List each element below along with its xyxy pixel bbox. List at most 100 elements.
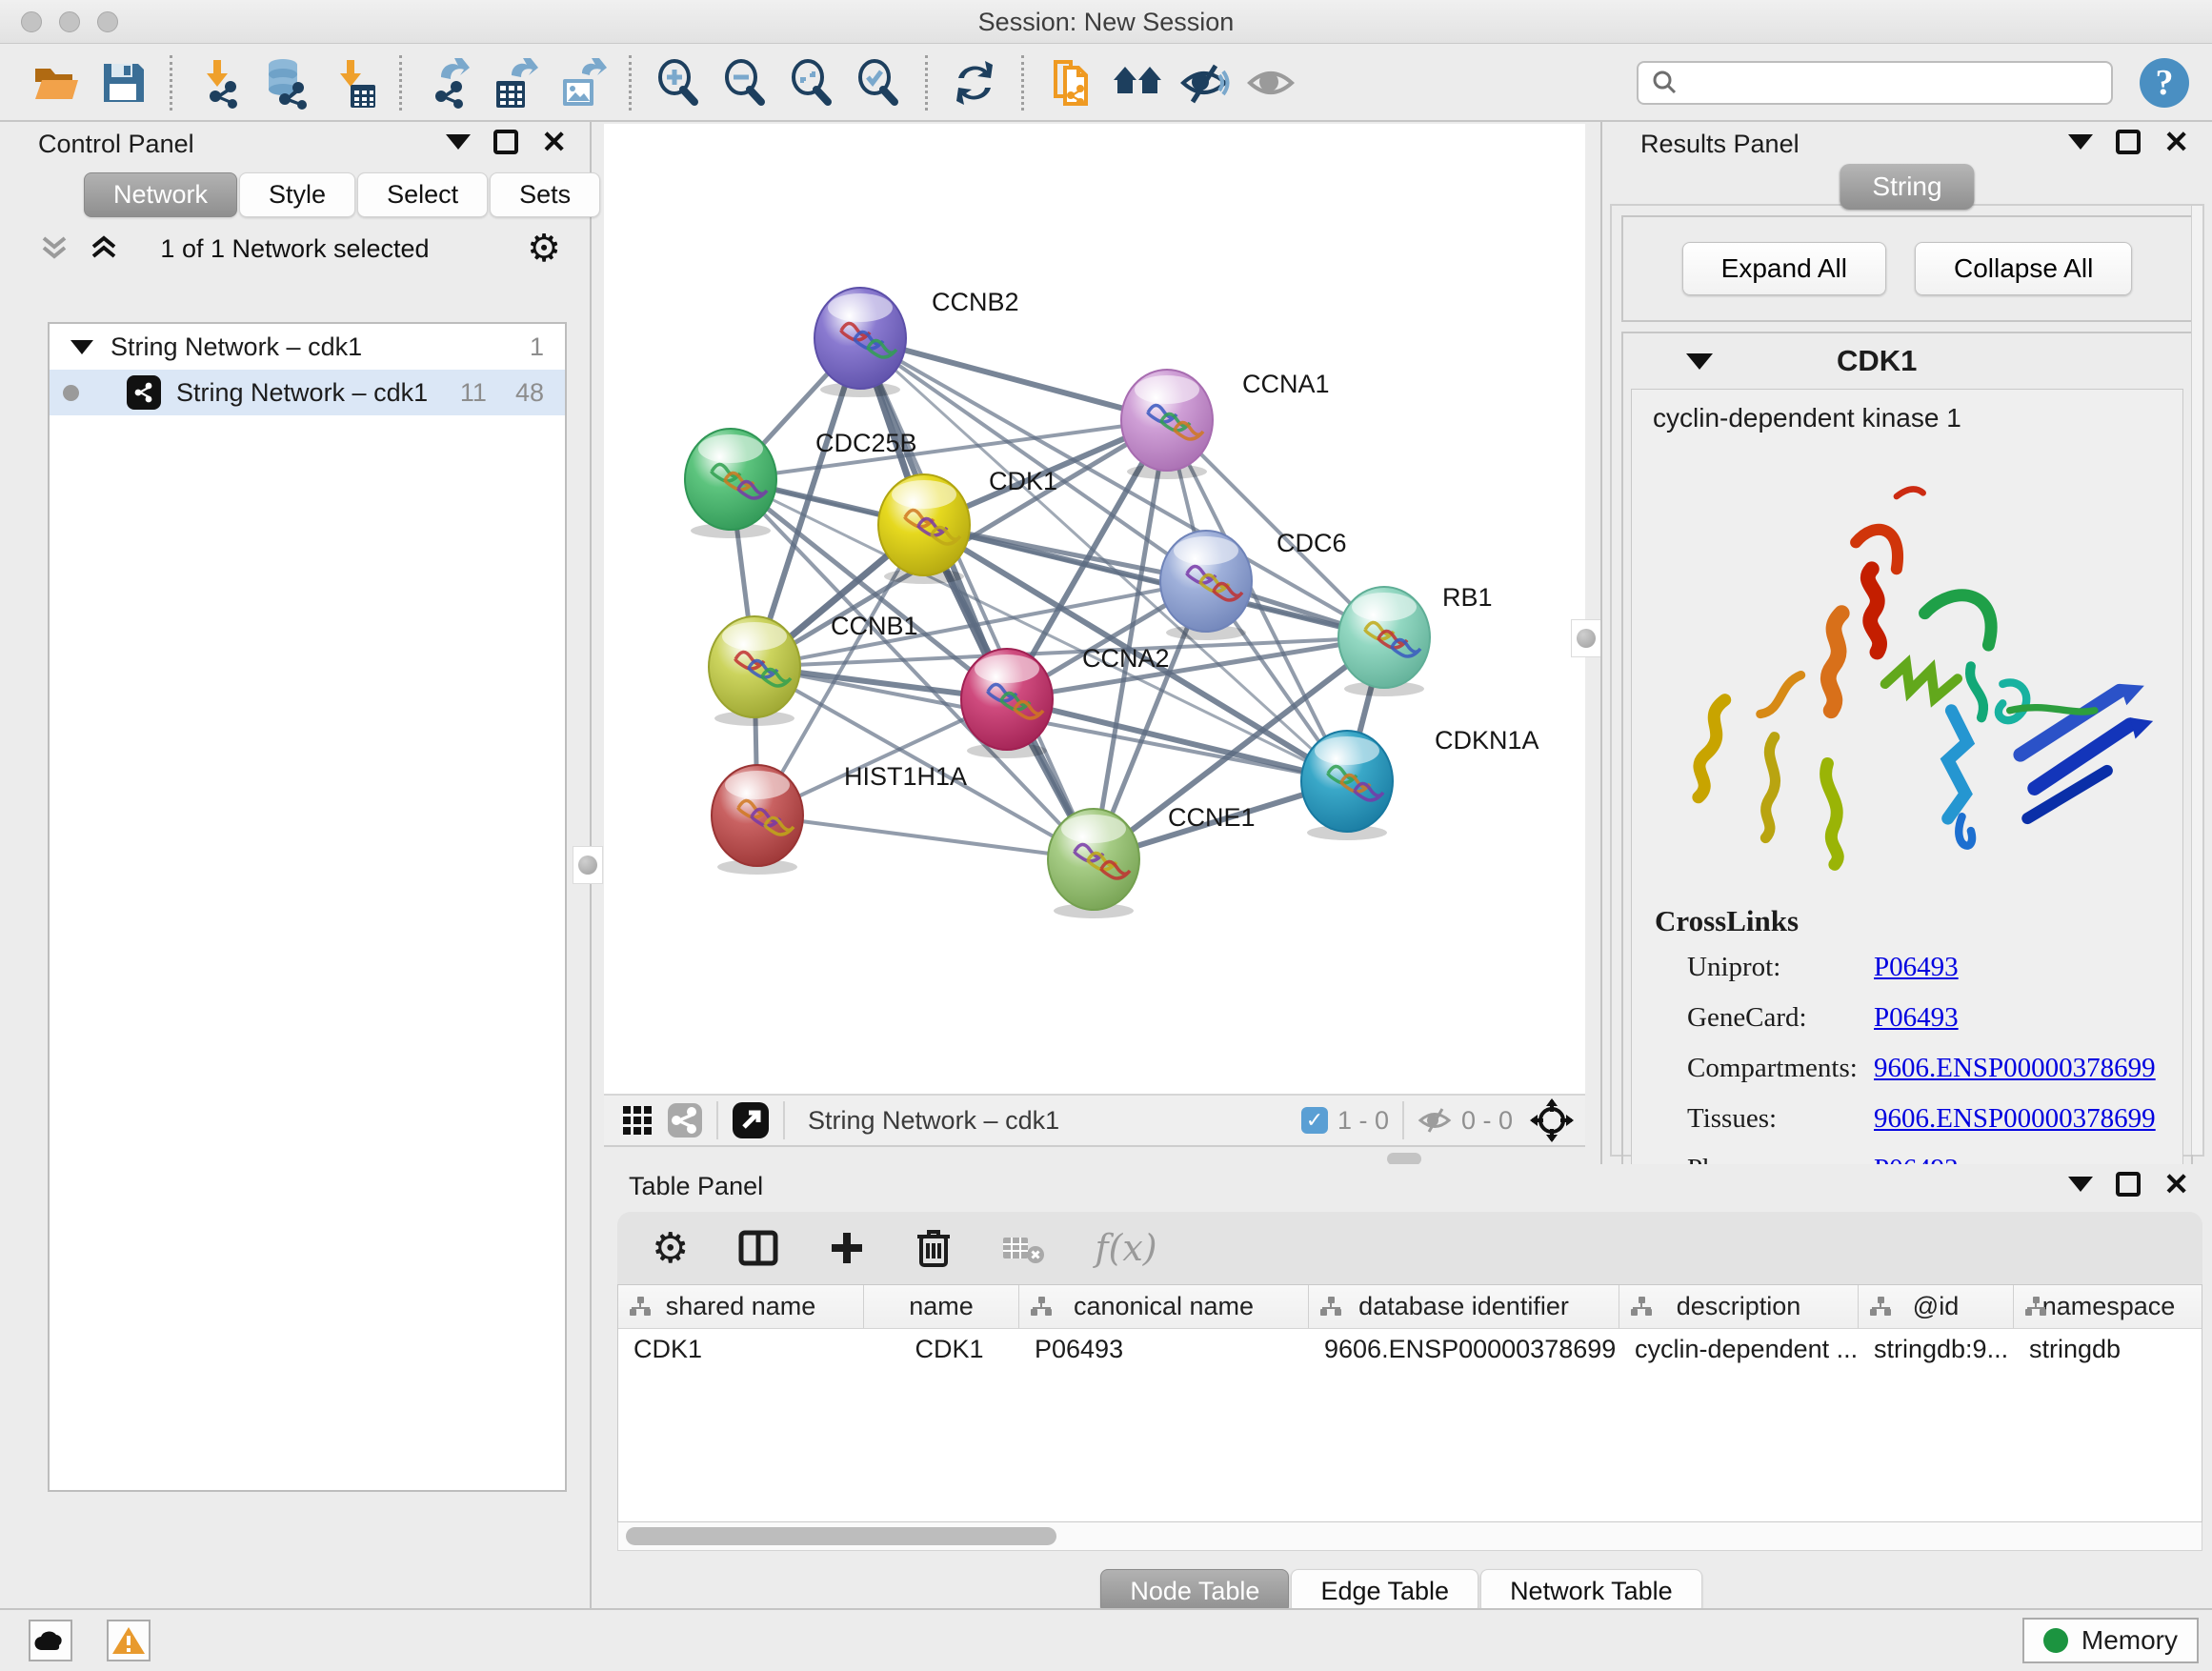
column-header-canonical-name[interactable]: canonical name — [1019, 1285, 1309, 1328]
collection-expand-icon[interactable] — [70, 340, 93, 354]
table-hscrollbar-thumb[interactable] — [626, 1527, 1056, 1545]
memory-button[interactable]: Memory — [2022, 1618, 2199, 1663]
first-neighbors-icon[interactable] — [1110, 55, 1165, 111]
collection-count: 1 — [530, 332, 544, 362]
open-file-icon[interactable] — [29, 55, 84, 111]
column-header-shared-name[interactable]: shared name — [618, 1285, 864, 1328]
table-cell: P06493 — [1019, 1329, 1309, 1373]
crosslink-link[interactable]: P06493 — [1874, 1002, 1959, 1034]
zoom-fit-icon[interactable] — [784, 55, 839, 111]
left-splitter-handle[interactable] — [573, 846, 603, 884]
export-table-icon[interactable] — [488, 55, 543, 111]
network-node-CCNB2[interactable]: CCNB2 — [814, 288, 1019, 397]
table-cell: 9606.ENSP00000378699 — [1309, 1329, 1619, 1373]
warnings-button[interactable] — [107, 1620, 151, 1661]
column-header-database-identifier[interactable]: database identifier — [1309, 1285, 1619, 1328]
panel-close-icon[interactable]: ✕ — [541, 130, 567, 154]
table-hscrollbar[interactable] — [617, 1522, 2202, 1551]
crosslink-link[interactable]: 9606.ENSP00000378699 — [1874, 1103, 2156, 1135]
column-header-id[interactable]: @id — [1859, 1285, 2014, 1328]
column-header-name[interactable]: name — [864, 1285, 1019, 1328]
node-label-CCNE1: CCNE1 — [1168, 803, 1256, 832]
network-node-CDKN1A[interactable]: CDKN1A — [1301, 726, 1539, 840]
help-icon[interactable]: ? — [2140, 58, 2189, 108]
column-header-description[interactable]: description — [1619, 1285, 1859, 1328]
delete-column-icon[interactable] — [915, 1227, 952, 1269]
network-node-CCNB1[interactable]: CCNB1 — [709, 612, 918, 726]
network-node-CDK1[interactable]: CDK1 — [878, 467, 1057, 584]
network-view-share-icon[interactable] — [667, 1102, 703, 1138]
results-content: Expand All Collapse All CDK1 cyclin-depe… — [1610, 204, 2204, 1157]
panel-float-icon[interactable] — [2116, 130, 2141, 154]
export-network-icon[interactable] — [421, 55, 476, 111]
tab-string[interactable]: String — [1840, 164, 1974, 210]
tab-node-table[interactable]: Node Table — [1100, 1569, 1289, 1614]
node-label-CCNB2: CCNB2 — [932, 288, 1019, 316]
results-panel: Results Panel ✕ String Expand All Collap… — [1600, 122, 2212, 1164]
show-all-icon[interactable] — [1243, 55, 1298, 111]
node-label-CCNA1: CCNA1 — [1242, 370, 1330, 398]
network-label: String Network – cdk1 — [176, 378, 428, 408]
expand-all-button[interactable]: Expand All — [1682, 242, 1886, 295]
table-panel: Table Panel ✕ ⚙ f(x) shared namenamecano… — [593, 1164, 2212, 1608]
save-icon[interactable] — [95, 55, 151, 111]
panel-float-icon[interactable] — [2116, 1172, 2141, 1197]
node-label-CCNB1: CCNB1 — [831, 612, 918, 640]
network-collection-row[interactable]: String Network – cdk1 1 — [50, 324, 565, 370]
tab-network[interactable]: Network — [84, 172, 237, 217]
panel-float-icon[interactable] — [493, 130, 518, 154]
network-node-RB1[interactable]: RB1 — [1338, 583, 1493, 696]
table-cell: stringdb — [2014, 1329, 2202, 1373]
import-table-icon[interactable] — [325, 55, 380, 111]
detach-view-icon[interactable] — [732, 1101, 770, 1139]
zoom-selected-icon[interactable] — [851, 55, 906, 111]
zoom-in-icon[interactable] — [651, 55, 706, 111]
birdseye-icon[interactable] — [1530, 1098, 1574, 1142]
main-toolbar: ? — [0, 45, 2212, 122]
refresh-icon[interactable] — [947, 55, 1002, 111]
network-edge-HIST1H1A-CCNE1[interactable] — [757, 815, 1094, 859]
grid-view-icon[interactable] — [621, 1104, 654, 1137]
network-node-CCNA1[interactable]: CCNA1 — [1121, 370, 1330, 479]
crosslink-link[interactable]: 9606.ENSP00000378699 — [1874, 1053, 2156, 1084]
tab-select[interactable]: Select — [357, 172, 488, 217]
network-edge-count: 48 — [515, 378, 544, 408]
create-column-icon[interactable] — [828, 1229, 866, 1267]
entry-collapse-icon[interactable] — [1686, 353, 1713, 370]
table-cell: CDK1 — [618, 1329, 864, 1373]
zoom-out-icon[interactable] — [717, 55, 773, 111]
network-node-CCNE1[interactable]: CCNE1 — [1048, 803, 1256, 918]
window-title: Session: New Session — [0, 8, 2212, 37]
search-input[interactable] — [1680, 68, 2081, 97]
tab-style[interactable]: Style — [239, 172, 355, 217]
tab-network-table[interactable]: Network Table — [1480, 1569, 1702, 1614]
right-splitter-handle[interactable] — [1571, 619, 1601, 657]
results-scrollbar[interactable] — [2191, 206, 2202, 1155]
import-database-icon[interactable] — [258, 55, 313, 111]
network-row[interactable]: String Network – cdk1 11 48 — [50, 370, 565, 415]
table-row[interactable]: CDK1CDK1P064939606.ENSP00000378699cyclin… — [618, 1329, 2202, 1373]
collapse-all-button[interactable]: Collapse All — [1915, 242, 2132, 295]
tab-edge-table[interactable]: Edge Table — [1291, 1569, 1478, 1614]
panel-close-icon[interactable]: ✕ — [2163, 130, 2189, 154]
crosslink-label: GeneCard: — [1655, 1002, 1874, 1034]
column-header-namespace[interactable]: namespace — [2014, 1285, 2202, 1328]
crosslink-label: Uniprot: — [1655, 952, 1874, 983]
table-settings-gear-icon[interactable]: ⚙ — [652, 1224, 689, 1273]
network-canvas[interactable]: CCNB2CCNA1CDC25BCDK1CDC6RB1CCNB1CCNA2CDK… — [604, 124, 1585, 1094]
selected-checkbox-icon[interactable]: ✓ — [1301, 1107, 1328, 1134]
import-network-icon[interactable] — [191, 55, 247, 111]
panel-menu-icon[interactable] — [446, 134, 471, 150]
clone-network-icon[interactable] — [1043, 55, 1098, 111]
export-image-icon[interactable] — [554, 55, 610, 111]
crosslink-link[interactable]: P06493 — [1874, 952, 1959, 983]
panel-menu-icon[interactable] — [2068, 1177, 2093, 1192]
panel-close-icon[interactable]: ✕ — [2163, 1172, 2189, 1197]
hide-selected-icon[interactable] — [1176, 55, 1232, 111]
show-columns-icon[interactable] — [738, 1228, 778, 1268]
toolbar-separator — [925, 55, 928, 111]
tab-sets[interactable]: Sets — [490, 172, 600, 217]
cloud-button[interactable] — [29, 1620, 72, 1661]
panel-menu-icon[interactable] — [2068, 134, 2093, 150]
gear-icon[interactable]: ⚙ — [527, 227, 561, 271]
